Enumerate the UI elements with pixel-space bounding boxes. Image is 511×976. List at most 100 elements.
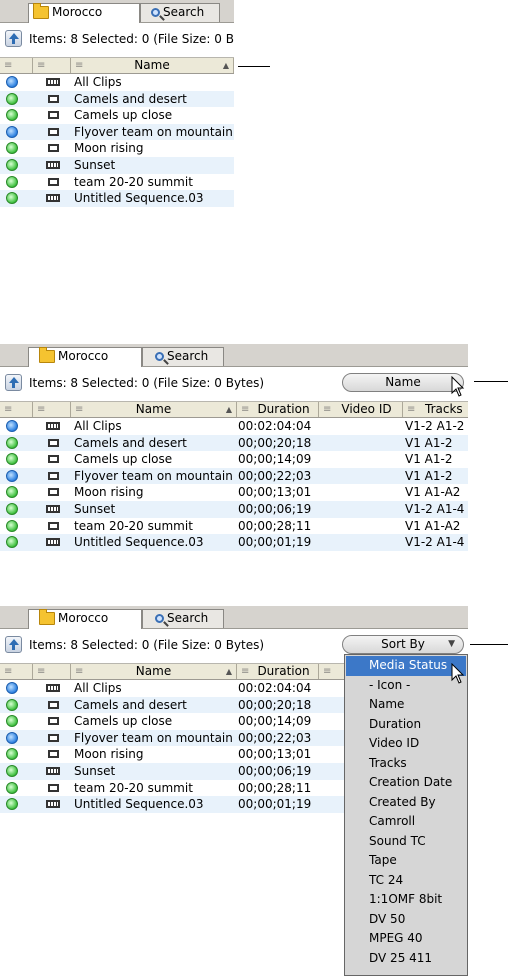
clip-tracks: V1-2 A1-4 T — [405, 501, 468, 516]
column-header-duration[interactable]: ≡ Duration — [237, 664, 319, 679]
tab-search[interactable]: Search — [142, 347, 224, 366]
column-header-icon[interactable]: ≡ — [33, 58, 71, 73]
column-header-video-id[interactable]: ≡ Video ID — [319, 402, 403, 417]
table-row[interactable]: Camels and desert 00;00;20;18 V1 A1-2 — [0, 434, 468, 452]
media-status-green-icon — [6, 192, 18, 205]
table-row[interactable]: Untitled Sequence.03 00;00;01;19 V1-2 A1-4… — [0, 534, 468, 551]
sort-menu-item[interactable]: Name — [345, 695, 467, 715]
clip-name: Untitled Sequence.03 — [74, 535, 204, 550]
sort-menu-item[interactable]: Tracks — [345, 754, 467, 774]
table-row[interactable]: Sunset 00;00;06;19 V1-2 A1-4 T — [0, 500, 468, 518]
up-arrow-button[interactable] — [5, 636, 22, 653]
table-row[interactable]: team 20-20 summit — [0, 174, 234, 191]
clip-name: Flyover team on mountain — [74, 468, 233, 483]
media-status-green-icon — [6, 436, 18, 449]
sort-by-button[interactable]: Sort By ▼ — [342, 635, 464, 654]
sort-menu-item[interactable]: Camroll — [345, 812, 467, 832]
media-status-green-icon — [6, 519, 18, 532]
sort-ascending-icon: ▲ — [222, 61, 229, 70]
table-row[interactable]: Camels up close 00;00;14;09 V1 A1-2 — [0, 451, 468, 468]
tab-search-label: Search — [163, 5, 205, 19]
sequence-icon — [46, 194, 60, 203]
tab-search-label: Search — [167, 611, 209, 625]
sort-by-button[interactable]: Name — [342, 373, 464, 392]
sort-menu-item[interactable]: DV 50 — [345, 910, 467, 930]
sort-menu-item[interactable]: Media Status — [346, 656, 466, 676]
table-row[interactable]: Flyover team on mountain — [0, 123, 234, 141]
clip-name: Sunset — [74, 157, 116, 172]
clip-icon — [48, 144, 59, 153]
sort-menu-item[interactable]: DV 25 411 — [345, 949, 467, 969]
clip-icon — [48, 717, 59, 726]
clip-tracks: V1 A1-2 — [405, 468, 453, 483]
column-header-icon[interactable]: ≡ — [33, 402, 71, 417]
media-status-blue-icon — [6, 469, 18, 482]
media-status-blue-icon — [6, 682, 18, 694]
folder-icon — [33, 3, 49, 19]
table-row[interactable]: team 20-20 summit 00;00;28;11 V1 A1-A2 — [0, 518, 468, 535]
clip-name: All Clips — [74, 681, 122, 695]
tab-morocco[interactable]: Morocco — [28, 3, 140, 23]
sort-menu-item[interactable]: - Icon - — [345, 676, 467, 696]
sort-menu-item[interactable]: Duration — [345, 715, 467, 735]
column-header-name[interactable]: ≡ Name ▲ — [71, 402, 237, 417]
sort-menu-item[interactable]: Creation Date — [345, 773, 467, 793]
table-row[interactable]: Flyover team on mountain 00;00;22;03 V1 A1… — [0, 467, 468, 485]
media-status-green-icon — [6, 175, 18, 188]
sort-menu-item[interactable]: 1:1OMF 8bit — [345, 890, 467, 910]
table-row[interactable]: Camels up close — [0, 107, 234, 124]
column-header-name[interactable]: ≡ Name ▲ — [71, 664, 237, 679]
clip-tracks: V1 A1-A2 — [405, 485, 461, 500]
table-row[interactable]: All Clips — [0, 74, 234, 91]
tab-morocco[interactable]: Morocco — [28, 347, 142, 367]
clip-name: Moon rising — [74, 485, 144, 500]
clip-duration: 00;00;28;11 — [238, 780, 312, 795]
column-header-status[interactable]: ≡ — [0, 402, 33, 417]
column-header-status[interactable]: ≡ — [0, 664, 33, 679]
media-status-green-icon — [6, 764, 18, 777]
column-header-tracks[interactable]: ≡ Tracks — [403, 402, 468, 417]
clip-duration: 00:02:04:04 — [238, 681, 312, 695]
chevron-down-icon: ▼ — [448, 639, 455, 649]
sort-menu-item[interactable]: Sound TC — [345, 832, 467, 852]
clip-name: Camels and desert — [74, 91, 187, 106]
column-header-duration[interactable]: ≡ Duration — [237, 402, 319, 417]
tab-search-label: Search — [167, 349, 209, 363]
table-row[interactable]: All Clips 00:02:04:04 V1-2 A1-2 T — [0, 418, 468, 435]
column-header-status[interactable]: ≡ — [0, 58, 33, 73]
column-header: ≡ ≡ ≡ Name ▲ — [0, 57, 234, 74]
sort-menu-item[interactable]: Tape — [345, 851, 467, 871]
clip-tracks: V1 A1-2 — [405, 452, 453, 467]
tab-morocco[interactable]: Morocco — [28, 609, 142, 629]
media-status-blue-icon — [6, 731, 18, 744]
folder-icon — [39, 347, 55, 363]
clip-icon — [48, 94, 59, 103]
sort-menu-item[interactable]: MPEG 40 — [345, 929, 467, 949]
sequence-icon — [46, 422, 60, 430]
clip-name: Moon rising — [74, 747, 144, 762]
clip-name: Moon rising — [74, 141, 144, 156]
tab-search[interactable]: Search — [140, 3, 220, 22]
table-row[interactable]: Untitled Sequence.03 — [0, 190, 234, 207]
sort-menu-item[interactable]: TC 24 — [345, 871, 467, 891]
column-header-name[interactable]: ≡ Name ▲ — [71, 58, 234, 73]
sort-menu-item[interactable]: Created By — [345, 793, 467, 813]
clip-duration: 00;00;20;18 — [238, 435, 312, 450]
table-row[interactable]: Moon rising — [0, 140, 234, 157]
sort-menu-item[interactable]: Video ID — [345, 734, 467, 754]
table-row[interactable]: Moon rising 00;00;13;01 V1 A1-A2 — [0, 484, 468, 501]
clip-tracks: V1 A1-2 — [405, 435, 453, 450]
tab-morocco-label: Morocco — [52, 5, 103, 19]
clip-duration: 00;00;20;18 — [238, 697, 312, 712]
clip-name: Camels and desert — [74, 697, 187, 712]
up-arrow-button[interactable] — [5, 30, 22, 47]
up-arrow-button[interactable] — [5, 374, 22, 391]
column-header-icon[interactable]: ≡ — [33, 664, 71, 679]
clip-duration: 00;00;22;03 — [238, 468, 312, 483]
items-status-text: Items: 8 Selected: 0 (File Size: 0 B — [29, 32, 234, 46]
clip-icon — [48, 700, 59, 709]
table-row[interactable]: Camels and desert — [0, 90, 234, 108]
tab-search[interactable]: Search — [142, 609, 224, 628]
table-row[interactable]: Sunset — [0, 156, 234, 174]
media-status-green-icon — [6, 536, 18, 549]
